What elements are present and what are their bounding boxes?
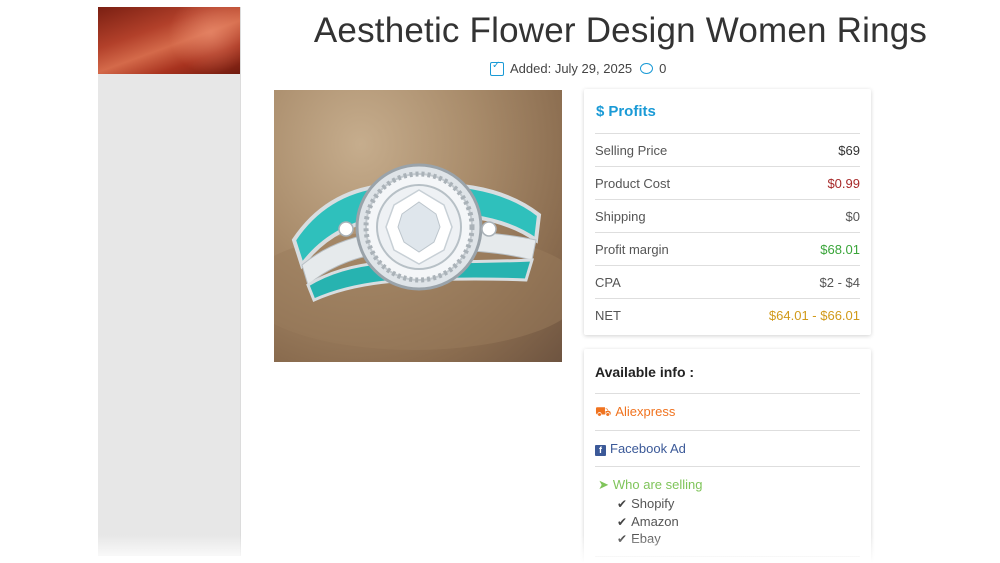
profits-heading: $ Profits: [596, 103, 656, 120]
seller-shopify: ✔ Shopify: [617, 496, 674, 511]
row-value: $69: [838, 143, 860, 158]
row-value: $64.01 - $66.01: [768, 308, 860, 323]
facebook-ad-label[interactable]: Facebook Ad: [610, 441, 686, 456]
facebook-icon: f: [595, 445, 606, 456]
profits-title: Profits: [608, 103, 656, 120]
post-meta: Added: July 29, 2025 0: [490, 60, 666, 76]
check-icon: ✔: [617, 497, 628, 511]
seller-amazon: ✔ Amazon: [617, 514, 679, 529]
dollar-icon: $: [596, 103, 605, 120]
profit-row-product-cost: Product Cost $0.99: [595, 166, 860, 200]
comment-count[interactable]: 0: [659, 61, 666, 76]
bottom-fade: [0, 535, 1000, 563]
sidebar: [98, 7, 241, 556]
facebook-ad-link[interactable]: f Facebook Ad: [595, 430, 860, 467]
ring-illustration: [274, 163, 562, 350]
row-label: NET: [595, 308, 621, 323]
seller-label: Shopify: [631, 496, 675, 511]
profit-row-selling-price: Selling Price $69: [595, 133, 860, 167]
check-icon: ✔: [617, 515, 628, 529]
profit-row-shipping: Shipping $0: [595, 199, 860, 233]
aliexpress-link[interactable]: ⛟ Aliexpress: [595, 393, 860, 430]
row-value: $2 - $4: [819, 275, 860, 290]
location-arrow-icon: ➤: [598, 477, 609, 492]
profit-row-net: NET $64.01 - $66.01: [595, 298, 860, 332]
available-info-card: Available info : ⛟ Aliexpress f Facebook A…: [584, 349, 871, 563]
sidebar-banner-image: [98, 7, 240, 74]
row-label: CPA: [595, 275, 621, 290]
who-are-selling-title[interactable]: ➤ Who are selling: [598, 477, 703, 493]
profit-row-profit-margin: Profit margin $68.01: [595, 232, 860, 266]
page-title: Aesthetic Flower Design Women Rings: [313, 11, 928, 50]
profits-card: $ Profits Selling Price $69 Product Cost…: [584, 89, 871, 335]
row-label: Profit margin: [595, 242, 669, 257]
truck-icon: ⛟: [595, 404, 612, 419]
row-label: Product Cost: [595, 176, 671, 191]
comment-icon[interactable]: [640, 63, 654, 74]
row-value: $0: [845, 209, 860, 224]
added-date: Added: July 29, 2025: [510, 61, 633, 76]
who-are-selling-label[interactable]: Who are selling: [613, 477, 703, 492]
product-image[interactable]: [274, 90, 562, 362]
seller-label: Amazon: [631, 514, 679, 529]
calendar-check-icon: [490, 60, 504, 76]
available-info-heading: Available info :: [595, 364, 695, 380]
profit-row-cpa: CPA $2 - $4: [595, 265, 860, 299]
row-label: Shipping: [595, 209, 646, 224]
row-label: Selling Price: [595, 143, 668, 158]
aliexpress-label[interactable]: Aliexpress: [615, 404, 675, 419]
row-value: $68.01: [820, 242, 860, 257]
row-value: $0.99: [827, 176, 860, 191]
